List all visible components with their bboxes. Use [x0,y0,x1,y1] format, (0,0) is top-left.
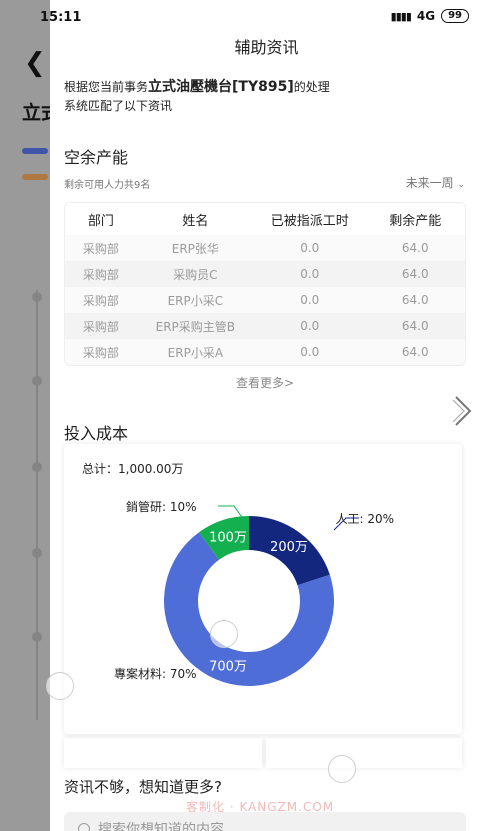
chevron-right-icon[interactable] [451,394,475,428]
timeline-line [36,290,38,720]
battery-icon: 99 [441,9,469,23]
timeline-dot [32,548,42,558]
cell-department: 采购部 [82,293,119,308]
table-header: 部门 姓名 已被指派工时 剩余产能 [65,203,465,235]
column-header: 部门 [87,213,114,229]
cell-name: 采购员C [173,267,218,282]
cell-remaining-capacity: 64.0 [401,345,429,359]
status-icons: ▮▮▮▮ 4G 99 [391,9,469,23]
intro-text: 根据您当前事务立式油壓機台[TY895]的处理 系统匹配了以下资讯 [64,78,464,116]
status-time: 15:11 [40,10,82,25]
table-body: 采购部 ERP张华 0.0 64.0 采购部 采购员C 0.0 64.0 采购部… [65,235,465,365]
search-icon [78,823,90,831]
info-card [64,738,262,768]
cost-chart-card: 总计：1,000.00万 200万 人工: 20% 700万 專案材料: 70% 100… [64,444,462,734]
panel-title: 辅助资讯 [234,38,299,57]
table-row[interactable]: 采购部 ERP小采C 0.0 64.0 [65,287,465,313]
cell-department: 采购部 [82,267,119,282]
cell-department: 采购部 [82,241,119,256]
cell-name: ERP采购主管B [155,319,236,334]
cell-remaining-capacity: 64.0 [401,241,429,255]
cell-department: 采购部 [82,319,119,334]
column-header: 已被指派工时 [270,213,349,229]
capacity-summary: 剩余可用人力共9名 [64,180,151,191]
view-more-link[interactable]: 查看更多> [50,374,480,391]
cell-name: ERP小采A [167,345,224,360]
column-header: 姓名 [182,213,209,229]
column-header: 剩余产能 [389,213,442,229]
intro-prefix: 根据您当前事务 [64,80,149,94]
slice-value-label: 100万 [209,530,247,545]
cell-name: ERP小采C [167,293,224,308]
table-row[interactable]: 采购部 采购员C 0.0 64.0 [65,261,465,287]
back-arrow-icon[interactable]: ❮ [24,48,46,78]
slice-outer-label: 人工: 20% [335,512,394,526]
table-row[interactable]: 采购部 ERP张华 0.0 64.0 [65,235,465,261]
touch-indicator [46,672,74,700]
period-filter[interactable]: 未来一周 ⌄ [406,174,465,191]
table-row[interactable]: 采购部 ERP采购主管B 0.0 64.0 [65,313,465,339]
cell-assigned-hours: 0.0 [300,345,320,359]
cell-assigned-hours: 0.0 [300,319,320,333]
timeline-dot [32,376,42,386]
legend-swatch-orange [22,174,48,180]
search-input[interactable]: 搜索你想知道的内容 [64,812,466,831]
search-placeholder: 搜索你想知道的内容 [98,822,224,831]
chevron-down-icon: ⌄ [457,180,465,190]
slice-outer-label: 專案材料: 70% [114,666,197,681]
cell-name: ERP张华 [171,241,219,256]
intro-suffix: 的处理 [293,80,330,94]
cell-department: 采购部 [82,345,119,360]
capacity-table: 部门 姓名 已被指派工时 剩余产能 采购部 ERP张华 0.0 64.0 采购部… [64,202,466,366]
info-drawer: ▮▮▮▮ 4G 99 辅助资讯 根据您当前事务立式油壓機台[TY895]的处理 … [50,0,483,831]
signal-icon: ▮▮▮▮ [390,9,412,23]
cell-remaining-capacity: 64.0 [401,319,429,333]
cost-donut-chart: 200万人工: 20%700万專案材料: 70%100万銷管研: 10% [114,499,394,686]
intro-highlight: 立式油壓機台[TY895] [148,79,294,95]
intro-line2: 系统匹配了以下资讯 [64,99,173,113]
cell-remaining-capacity: 64.0 [401,267,429,281]
slice-value-label: 200万 [270,540,308,555]
table-row[interactable]: 采购部 ERP小采A 0.0 64.0 [65,339,465,365]
timeline-dot [32,462,42,472]
cost-title: 投入成本 [64,424,129,443]
network-label: 4G [416,9,436,23]
cell-assigned-hours: 0.0 [300,293,320,307]
touch-indicator [328,755,356,783]
period-filter-label: 未来一周 [405,176,454,190]
touch-indicator [210,620,238,648]
cell-assigned-hours: 0.0 [300,241,320,255]
ask-more-title: 资讯不够，想知道更多? [64,778,222,796]
cell-remaining-capacity: 64.0 [401,293,429,307]
legend-swatch-blue [22,148,48,154]
slice-outer-label: 銷管研: 10% [126,499,197,514]
cell-assigned-hours: 0.0 [300,267,320,281]
capacity-title: 空余产能 [64,148,129,167]
timeline-dot [32,292,42,302]
timeline-dot [32,632,42,642]
info-card [266,738,462,768]
